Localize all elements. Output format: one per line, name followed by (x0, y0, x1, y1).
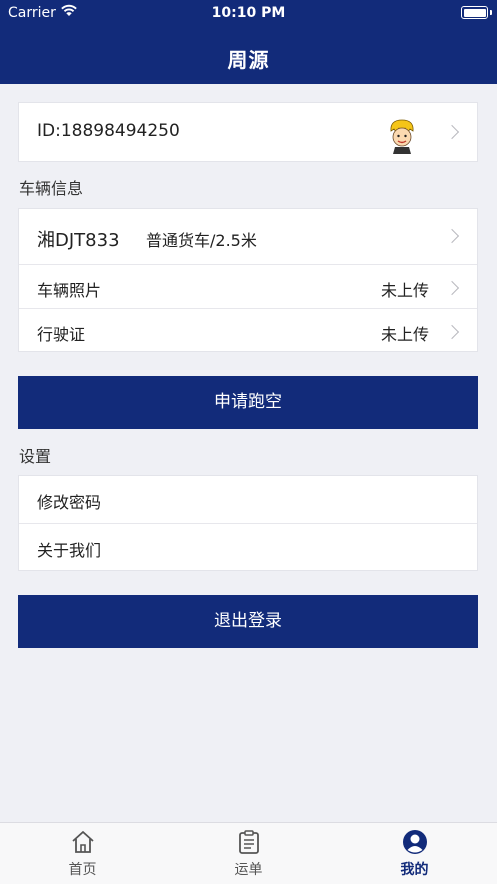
tab-waybill[interactable]: 运单 (166, 823, 331, 884)
home-icon (71, 831, 94, 853)
change-password-label: 修改密码 (37, 493, 102, 512)
navigation-bar: Carrier 10:10 PM 周源 (0, 0, 497, 84)
apply-empty-run-button[interactable]: 申请跑空 (18, 376, 478, 429)
vehicle-photos-label: 车辆照片 (37, 281, 102, 300)
chevron-right-icon (444, 124, 460, 140)
vehicle-card: 湘DJT833 普通货车/2.5米 车辆照片 未上传 行驶证 未上传 (18, 208, 478, 352)
tab-mine-label: 我的 (400, 862, 429, 878)
user-icon (402, 830, 427, 854)
status-time: 10:10 PM (211, 5, 286, 21)
page-title: 周源 (227, 48, 270, 72)
vehicle-type: 普通货车/2.5米 (146, 231, 257, 250)
driving-license-status: 未上传 (380, 325, 429, 344)
change-password-row[interactable]: 修改密码 (19, 476, 477, 523)
tab-home-label: 首页 (68, 862, 97, 878)
tab-home[interactable]: 首页 (0, 823, 165, 884)
plate-number: 湘DJT833 (37, 230, 120, 251)
chevron-right-icon (444, 324, 460, 340)
tab-waybill-label: 运单 (234, 862, 263, 878)
battery-icon (461, 6, 488, 19)
clipboard-icon (238, 830, 259, 854)
tab-bar: 首页 运单 我的 (0, 822, 497, 884)
logout-button[interactable]: 退出登录 (18, 595, 478, 648)
vehicle-section-heading: 车辆信息 (19, 179, 84, 198)
user-id-text: ID:18898494250 (37, 121, 180, 141)
vehicle-plate-row[interactable]: 湘DJT833 普通货车/2.5米 (19, 209, 477, 264)
settings-section-heading: 设置 (19, 447, 52, 466)
about-us-label: 关于我们 (37, 541, 102, 560)
driving-license-row[interactable]: 行驶证 未上传 (19, 309, 477, 353)
battery-tip (490, 10, 492, 15)
driving-license-label: 行驶证 (37, 325, 86, 344)
avatar (390, 119, 414, 154)
vehicle-photos-row[interactable]: 车辆照片 未上传 (19, 265, 477, 309)
vehicle-photos-status: 未上传 (380, 281, 429, 300)
tab-mine[interactable]: 我的 (332, 823, 497, 884)
about-us-row[interactable]: 关于我们 (19, 524, 477, 571)
status-bar: Carrier 10:10 PM (0, 0, 497, 26)
settings-card: 修改密码 关于我们 (18, 475, 478, 571)
chevron-right-icon (444, 280, 460, 296)
profile-card[interactable]: ID:18898494250 (18, 102, 478, 162)
chevron-right-icon (444, 228, 460, 244)
